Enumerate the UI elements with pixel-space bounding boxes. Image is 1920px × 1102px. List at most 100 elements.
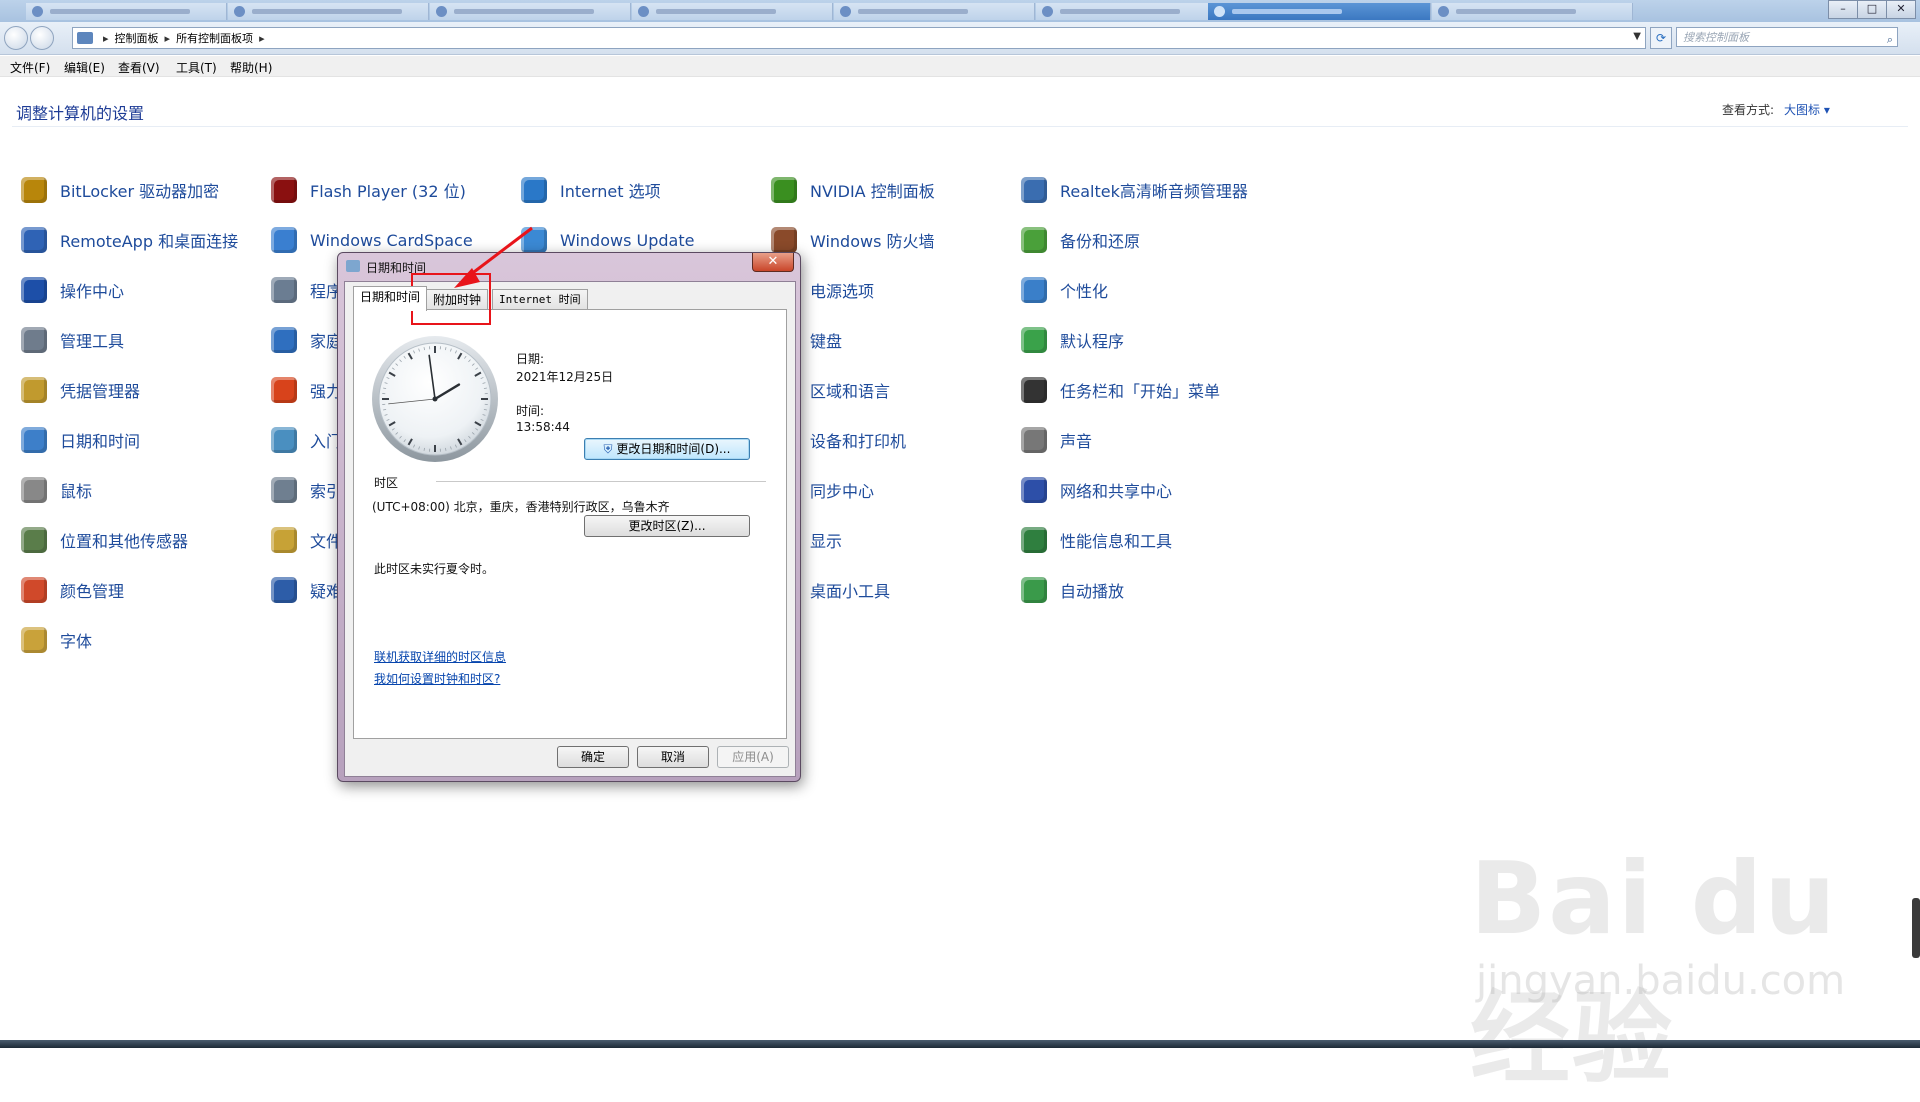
- window-tab-active[interactable]: [1208, 3, 1431, 20]
- cp-item-label: 网络和共享中心: [1060, 478, 1172, 502]
- cp-item-label: Windows 防火墙: [810, 228, 935, 252]
- programs-icon: [268, 274, 300, 306]
- cp-item-col1-5[interactable]: 日期和时间: [18, 424, 140, 456]
- cp-item-label: 个性化: [1060, 278, 1108, 302]
- cp-item-col2-2[interactable]: 程序: [268, 274, 342, 306]
- cp-item-col2-8[interactable]: 疑难: [268, 574, 342, 606]
- apply-button[interactable]: 应用(A): [717, 746, 789, 768]
- forward-button[interactable]: [30, 26, 54, 50]
- cp-item-col2-4[interactable]: 强力: [268, 374, 342, 406]
- back-button[interactable]: [4, 26, 28, 50]
- performance-icon: [1018, 524, 1050, 556]
- timezone-value: (UTC+08:00) 北京，重庆，香港特别行政区，乌鲁木齐: [372, 498, 670, 515]
- how-to-set-clock-link[interactable]: 我如何设置时钟和时区?: [374, 670, 500, 687]
- menu-tools[interactable]: 工具(T): [176, 59, 217, 76]
- cp-item-label: Flash Player (32 位): [310, 178, 466, 202]
- cp-item-col5-2[interactable]: 个性化: [1018, 274, 1108, 306]
- menu-edit[interactable]: 编辑(E): [64, 59, 105, 76]
- menu-file[interactable]: 文件(F): [10, 59, 50, 76]
- browser-tab-strip: – □ ✕: [0, 0, 1920, 22]
- cp-item-col1-1[interactable]: RemoteApp 和桌面连接: [18, 224, 238, 256]
- tab-internet-time[interactable]: Internet 时间: [492, 289, 588, 310]
- cp-item-col5-4[interactable]: 任务栏和「开始」菜单: [1018, 374, 1220, 406]
- window-tab[interactable]: [430, 3, 631, 20]
- address-input[interactable]: ▸ 控制面板 ▸ 所有控制面板项 ▸ ▼: [72, 27, 1646, 49]
- color-management-icon: [18, 574, 50, 606]
- window-tab[interactable]: [834, 3, 1035, 20]
- cp-item-col5-1[interactable]: 备份和还原: [1018, 224, 1140, 256]
- cp-item-col1-7[interactable]: 位置和其他传感器: [18, 524, 188, 556]
- scrollbar-thumb[interactable]: [1912, 898, 1920, 958]
- getting-started-icon: [268, 424, 300, 456]
- fonts-folder-icon: [18, 624, 50, 656]
- cp-item-col1-3[interactable]: 管理工具: [18, 324, 124, 356]
- analog-clock: [370, 334, 500, 464]
- cp-item-col2-7[interactable]: 文件: [268, 524, 342, 556]
- cp-item-col1-8[interactable]: 颜色管理: [18, 574, 124, 606]
- cp-item-col2-0[interactable]: Flash Player (32 位): [268, 174, 466, 206]
- window-tab[interactable]: [228, 3, 429, 20]
- search-icon[interactable]: ⌕: [1887, 30, 1893, 49]
- cp-item-col5-0[interactable]: Realtek高清晰音频管理器: [1018, 174, 1248, 206]
- chevron-right-icon: ▸: [103, 32, 109, 45]
- credential-vault-icon: [18, 374, 50, 406]
- network-sharing-icon: [1018, 474, 1050, 506]
- tab-date-time[interactable]: 日期和时间: [353, 286, 427, 311]
- search-input[interactable]: 搜索控制面板 ⌕: [1676, 27, 1898, 47]
- nvidia-icon: [768, 174, 800, 206]
- view-by: 查看方式:大图标 ▾: [1722, 101, 1830, 118]
- maximize-button[interactable]: □: [1857, 0, 1887, 19]
- breadcrumb-all-items[interactable]: 所有控制面板项: [176, 30, 253, 46]
- cp-item-col4-0[interactable]: NVIDIA 控制面板: [768, 174, 935, 206]
- address-dropdown-icon[interactable]: ▼: [1633, 31, 1641, 42]
- close-button[interactable]: ✕: [1886, 0, 1916, 19]
- dialog-body: 日期和时间 附加时钟 Internet 时间: [344, 281, 796, 777]
- cp-item-col1-4[interactable]: 凭据管理器: [18, 374, 140, 406]
- cp-item-label: 操作中心: [60, 278, 124, 302]
- change-date-time-button[interactable]: ⛨ 更改日期和时间(D)...: [584, 438, 750, 460]
- window-tab[interactable]: [632, 3, 833, 20]
- ok-button[interactable]: 确定: [557, 746, 629, 768]
- view-by-dropdown[interactable]: 大图标 ▾: [1784, 103, 1830, 117]
- cp-item-col1-6[interactable]: 鼠标: [18, 474, 92, 506]
- cp-item-col5-8[interactable]: 自动播放: [1018, 574, 1124, 606]
- menu-help[interactable]: 帮助(H): [230, 59, 272, 76]
- window-tab[interactable]: [1432, 3, 1633, 20]
- change-timezone-button[interactable]: 更改时区(Z)...: [584, 515, 750, 537]
- cp-item-col3-0[interactable]: Internet 选项: [518, 174, 661, 206]
- window-tab[interactable]: [1036, 3, 1237, 20]
- breadcrumb-control-panel[interactable]: 控制面板: [115, 30, 159, 46]
- cp-item-col5-7[interactable]: 性能信息和工具: [1018, 524, 1172, 556]
- timezone-divider: [436, 481, 766, 482]
- chevron-right-icon: ▸: [259, 32, 265, 45]
- cp-item-label: Realtek高清晰音频管理器: [1060, 178, 1248, 202]
- dialog-close-button[interactable]: ✕: [752, 253, 794, 272]
- cp-item-col5-3[interactable]: 默认程序: [1018, 324, 1124, 356]
- cp-item-col5-5[interactable]: 声音: [1018, 424, 1092, 456]
- menu-view[interactable]: 查看(V): [118, 59, 160, 76]
- cp-item-col1-9[interactable]: 字体: [18, 624, 92, 656]
- tab-icon: [638, 6, 649, 17]
- cp-item-label: 字体: [60, 628, 92, 652]
- cancel-button[interactable]: 取消: [637, 746, 709, 768]
- cp-item-col2-6[interactable]: 索引: [268, 474, 342, 506]
- autoplay-icon: [1018, 574, 1050, 606]
- window-tab[interactable]: [26, 3, 227, 20]
- cp-item-label: 键盘: [810, 328, 842, 352]
- cp-item-col2-5[interactable]: 入门: [268, 424, 342, 456]
- date-value: 2021年12月25日: [516, 368, 613, 385]
- refresh-button[interactable]: ⟳: [1650, 27, 1672, 49]
- cp-item-col2-3[interactable]: 家庭: [268, 324, 342, 356]
- clock-window-icon: [346, 260, 360, 272]
- cp-item-label: BitLocker 驱动器加密: [60, 178, 219, 202]
- timezone-heading: 时区: [374, 474, 398, 491]
- cp-item-col1-0[interactable]: BitLocker 驱动器加密: [18, 174, 219, 206]
- header-divider: [12, 126, 1908, 127]
- cp-item-col5-6[interactable]: 网络和共享中心: [1018, 474, 1172, 506]
- online-timezone-info-link[interactable]: 联机获取详细的时区信息: [374, 648, 506, 665]
- minimize-button[interactable]: –: [1828, 0, 1858, 19]
- remoteapp-icon: [18, 224, 50, 256]
- cp-item-col1-2[interactable]: 操作中心: [18, 274, 124, 306]
- troubleshoot-icon: [268, 574, 300, 606]
- search-placeholder: 搜索控制面板: [1683, 31, 1749, 44]
